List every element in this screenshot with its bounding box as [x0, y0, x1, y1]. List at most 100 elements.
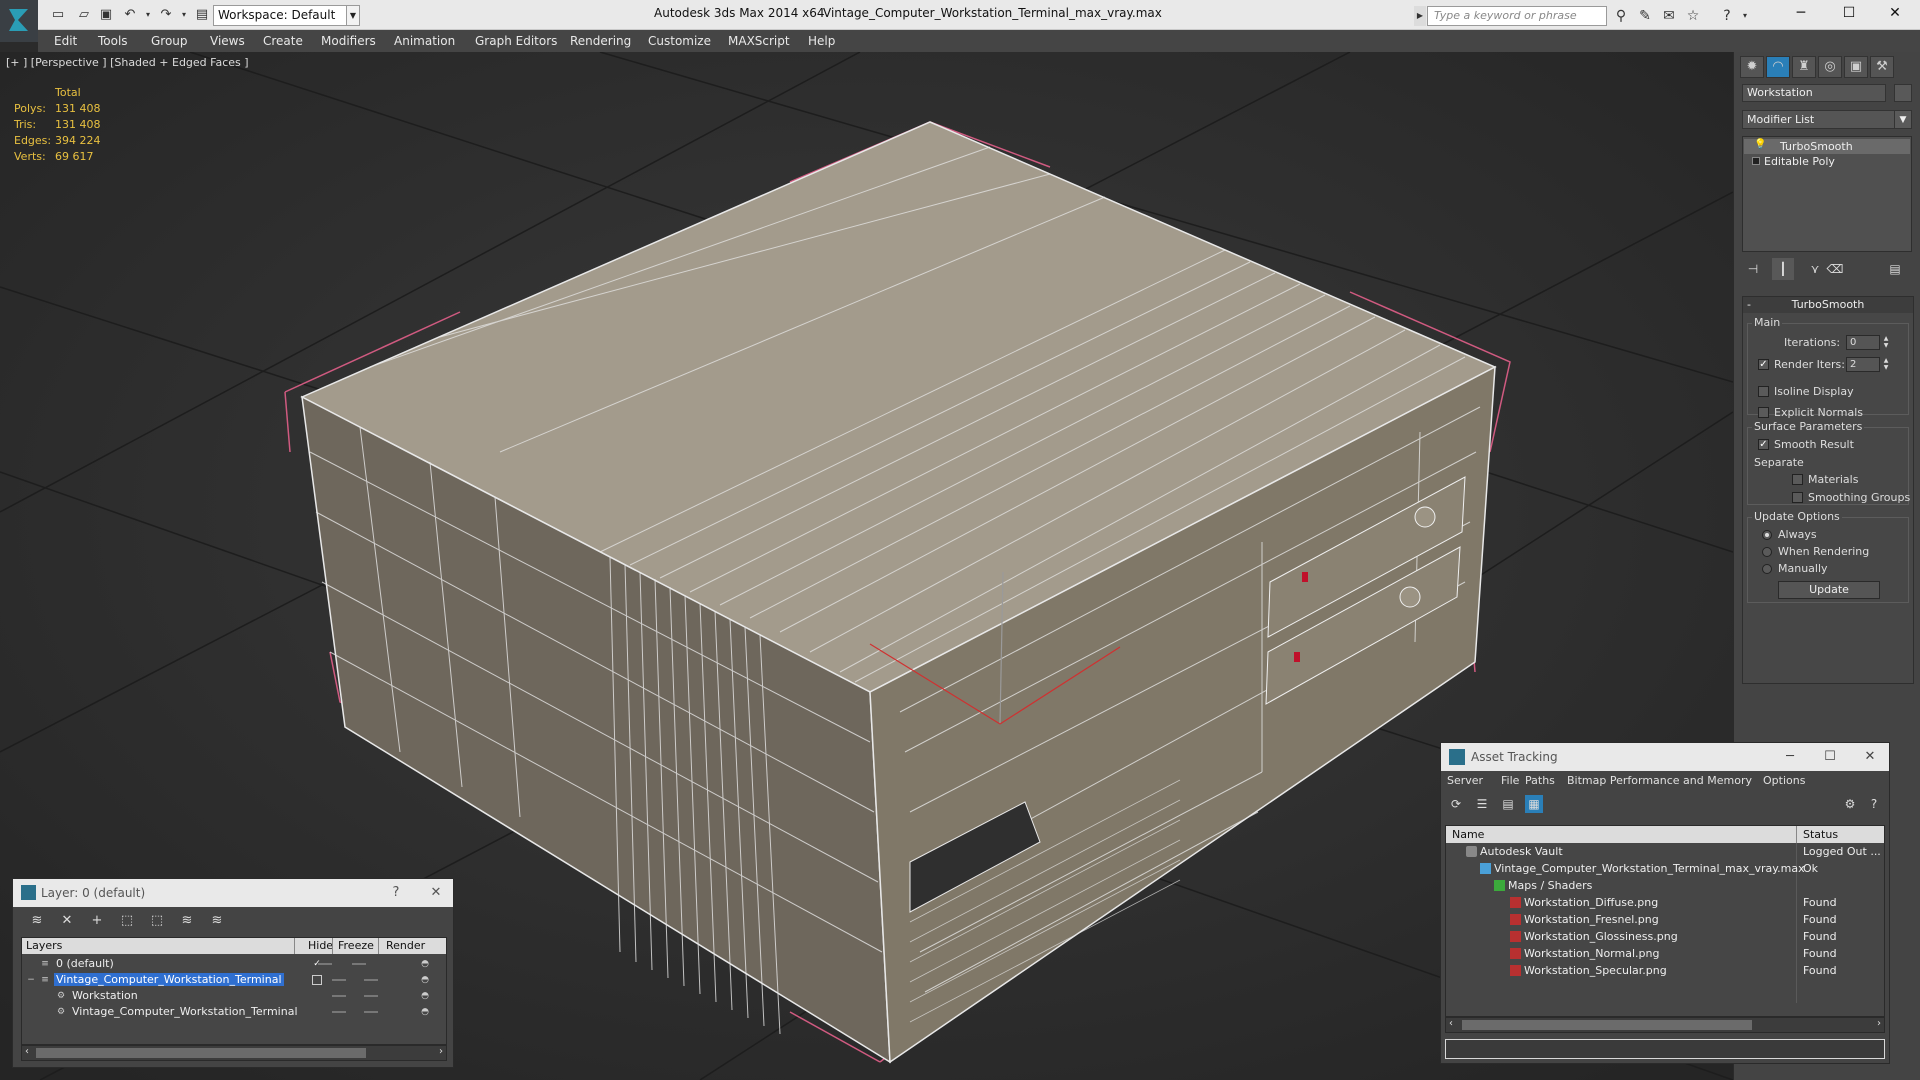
vault-settings-icon[interactable]: ⚙ — [1841, 795, 1859, 813]
iterations-spinner[interactable]: 0 — [1846, 335, 1880, 350]
help-icon[interactable]: ? — [1718, 7, 1736, 25]
save-file-icon[interactable]: ▣ — [98, 7, 114, 23]
menu-group[interactable]: Group — [151, 34, 188, 48]
render-iters-spinner[interactable]: 2 — [1846, 357, 1880, 372]
list-item[interactable]: − ≡ Vintage_Computer_Workstation_Termina… — [22, 972, 446, 988]
always-radio[interactable] — [1762, 530, 1772, 540]
layer-close-button[interactable]: ✕ — [423, 883, 449, 903]
asset-minimize-button[interactable]: ─ — [1775, 747, 1805, 767]
undo-icon[interactable]: ↶ — [122, 7, 138, 23]
freeze-toggle[interactable] — [364, 1011, 378, 1013]
freeze-toggle[interactable] — [364, 979, 378, 981]
asset-menu-file[interactable]: File — [1501, 774, 1519, 787]
modifier-list-chevron-icon[interactable]: ▼ — [1894, 110, 1912, 129]
table-row[interactable]: Vintage_Computer_Workstation_Terminal_ma… — [1446, 860, 1884, 877]
layer-col-hide[interactable]: Hide — [308, 939, 333, 952]
asset-menu-options[interactable]: Options — [1763, 774, 1805, 787]
hide-toggle[interactable] — [332, 1011, 346, 1013]
asset-col-status[interactable]: Status — [1803, 828, 1838, 841]
delete-layer-icon[interactable]: ✕ — [57, 912, 77, 930]
stack-item-turbosmooth[interactable]: 💡 TurboSmooth — [1744, 139, 1910, 154]
menu-create[interactable]: Create — [263, 34, 303, 48]
menu-graph-editors[interactable]: Graph Editors — [475, 34, 557, 48]
asset-menu-paths[interactable]: Paths — [1525, 774, 1555, 787]
hierarchy-tab-icon[interactable]: ♜ — [1792, 56, 1816, 78]
modifier-list-dropdown[interactable]: Modifier List — [1742, 110, 1912, 129]
menu-modifiers[interactable]: Modifiers — [321, 34, 376, 48]
list-view-icon[interactable]: ☰ — [1473, 795, 1491, 813]
asset-horizontal-scrollbar[interactable]: ‹ › — [1445, 1017, 1885, 1033]
table-row[interactable]: Workstation_Normal.png Found — [1446, 945, 1884, 962]
asset-col-name[interactable]: Name — [1452, 828, 1484, 841]
new-layer-icon[interactable]: ≋ — [27, 912, 47, 930]
undo-dropdown-icon[interactable]: ▾ — [140, 7, 156, 23]
lightbulb-icon[interactable]: 💡 — [1754, 139, 1766, 150]
asset-tracking-titlebar[interactable]: Asset Tracking ─ ☐ ✕ — [1441, 743, 1889, 771]
help-dropdown-icon[interactable]: ▾ — [1736, 7, 1754, 25]
scrollbar-thumb[interactable] — [36, 1048, 366, 1058]
menu-animation[interactable]: Animation — [394, 34, 455, 48]
subscription-icon[interactable]: ✎ — [1636, 7, 1654, 25]
table-row[interactable]: Maps / Shaders — [1446, 877, 1884, 894]
iterations-spinner-arrows-icon[interactable]: ▲ ▼ — [1882, 335, 1890, 350]
utilities-tab-icon[interactable]: ⚒ — [1870, 56, 1894, 78]
motion-tab-icon[interactable]: ◎ — [1818, 56, 1842, 78]
open-file-icon[interactable]: ▱ — [76, 7, 92, 23]
stack-item-editable-poly[interactable]: Editable Poly — [1744, 154, 1910, 169]
modify-tab-icon[interactable]: ◠ — [1766, 56, 1790, 78]
configure-sets-icon[interactable]: ▤ — [1884, 258, 1906, 280]
app-logo-icon[interactable] — [0, 0, 38, 42]
column-divider[interactable] — [1796, 826, 1797, 843]
smoothing-groups-checkbox[interactable] — [1792, 492, 1803, 503]
close-button[interactable]: ✕ — [1872, 0, 1918, 26]
menu-edit[interactable]: Edit — [54, 34, 77, 48]
menu-customize[interactable]: Customize — [648, 34, 711, 48]
freeze-toggle[interactable] — [364, 995, 378, 997]
scroll-right-icon[interactable]: › — [439, 1046, 443, 1057]
scrollbar-thumb[interactable] — [1462, 1020, 1752, 1030]
display-tab-icon[interactable]: ▣ — [1844, 56, 1868, 78]
layer-horizontal-scrollbar[interactable]: ‹ › — [21, 1045, 447, 1061]
make-unique-icon[interactable]: ⋎ — [1804, 258, 1826, 280]
table-row[interactable]: Workstation_Fresnel.png Found — [1446, 911, 1884, 928]
thumbnail-view-icon[interactable]: ▤ — [1499, 795, 1517, 813]
minimize-button[interactable]: ─ — [1778, 0, 1824, 26]
set-active-box-icon[interactable] — [312, 975, 322, 985]
workspace-chevron-icon[interactable]: ▼ — [346, 5, 360, 26]
search-expand-icon[interactable]: ▶ — [1414, 6, 1426, 26]
menu-views[interactable]: Views — [210, 34, 245, 48]
table-view-icon[interactable]: ▦ — [1525, 795, 1543, 813]
layer-col-render[interactable]: Render — [386, 939, 425, 952]
maximize-button[interactable]: ☐ — [1826, 0, 1872, 26]
scroll-left-icon[interactable]: ‹ — [25, 1046, 29, 1057]
layer-manager-titlebar[interactable]: Layer: 0 (default) ? ✕ — [13, 879, 453, 907]
layer-col-freeze[interactable]: Freeze — [338, 939, 374, 952]
communication-icon[interactable]: ✉ — [1660, 7, 1678, 25]
layer-col-layers[interactable]: Layers — [26, 939, 62, 952]
render-iters-spinner-arrows-icon[interactable]: ▲ ▼ — [1882, 357, 1890, 372]
render-iters-checkbox[interactable]: ✓ — [1758, 359, 1769, 370]
scroll-left-icon[interactable]: ‹ — [1449, 1018, 1453, 1029]
list-item[interactable]: ⚙ Workstation ◓ — [22, 988, 446, 1004]
highlight-layer-icon[interactable]: ⬚ — [147, 912, 167, 930]
table-row[interactable]: Workstation_Diffuse.png Found — [1446, 894, 1884, 911]
asset-maximize-button[interactable]: ☐ — [1815, 747, 1845, 767]
column-divider[interactable] — [294, 938, 295, 954]
redo-icon[interactable]: ↷ — [158, 7, 174, 23]
render-teapot-icon[interactable]: ◓ — [420, 975, 430, 985]
add-to-layer-icon[interactable]: + — [87, 912, 107, 930]
when-rendering-radio[interactable] — [1762, 547, 1772, 557]
column-divider[interactable] — [332, 938, 333, 954]
table-row[interactable]: Workstation_Glossiness.png Found — [1446, 928, 1884, 945]
asset-menu-bitmap[interactable]: Bitmap Performance and Memory — [1567, 774, 1752, 787]
object-color-swatch[interactable] — [1894, 84, 1912, 102]
table-row[interactable]: Workstation_Specular.png Found — [1446, 962, 1884, 979]
menu-help[interactable]: Help — [808, 34, 835, 48]
project-folder-icon[interactable]: ▤ — [194, 7, 210, 23]
update-button[interactable]: Update — [1778, 581, 1880, 599]
redo-dropdown-icon[interactable]: ▾ — [176, 7, 192, 23]
asset-close-button[interactable]: ✕ — [1855, 747, 1885, 767]
create-tab-icon[interactable]: ✹ — [1740, 56, 1764, 78]
menu-tools[interactable]: Tools — [98, 34, 128, 48]
manually-radio[interactable] — [1762, 564, 1772, 574]
